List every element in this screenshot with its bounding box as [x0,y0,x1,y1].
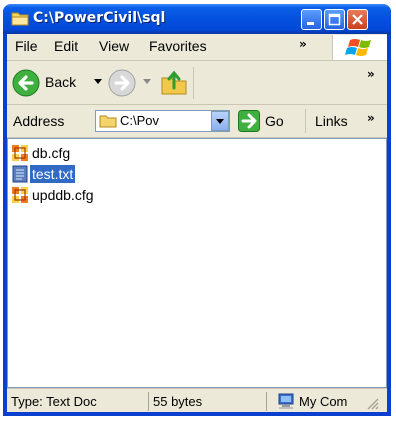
close-button[interactable] [347,9,368,30]
chevron-down-icon [216,119,224,124]
window-title: C:\PowerCivil\sql [33,10,166,26]
back-dropdown-icon[interactable] [94,79,103,85]
links-label[interactable]: Links [315,113,348,129]
status-type: Type: Text Doc [9,392,149,411]
address-bar: Address C:\Pov Go Links » [7,105,387,138]
file-name: upddb.cfg [32,187,94,203]
folder-icon [99,115,117,128]
address-input[interactable]: C:\Pov [95,110,230,132]
minimize-icon [307,22,314,25]
cfg-file-icon [12,187,28,203]
minimize-button[interactable] [301,9,322,30]
address-dropdown-button[interactable] [211,111,229,131]
go-button-label[interactable]: Go [265,113,284,129]
maximize-icon [328,13,341,26]
back-button-label[interactable]: Back [45,74,76,90]
go-arrow-icon[interactable] [238,110,260,132]
address-value: C:\Pov [120,113,160,128]
address-label: Address [13,113,65,129]
forward-arrow-icon[interactable] [107,68,137,98]
my-computer-icon [278,393,294,409]
menu-bar: File Edit View Favorites » [7,34,387,61]
windows-logo [332,35,387,60]
file-list[interactable]: db.cfg test.txt upddb.cfg [7,138,387,388]
file-name: test.txt [30,165,76,183]
resize-grip-icon[interactable] [365,396,379,410]
window-frame: File Edit View Favorites » Back » Addres… [7,34,387,412]
windows-flag-icon [345,39,371,56]
status-zone: My Com [273,392,383,411]
maximize-button[interactable] [324,9,345,30]
menu-edit[interactable]: Edit [54,38,78,54]
explorer-window: C:\PowerCivil\sql File Edit View Favorit… [3,4,391,416]
menu-more-chevron[interactable]: » [299,37,307,51]
status-zone-text: My Com [299,394,348,409]
cfg-file-icon [12,145,28,161]
toolbar-more-chevron[interactable]: » [367,67,375,81]
standard-toolbar: Back » [7,61,387,105]
folder-icon [11,12,29,26]
links-more-chevron[interactable]: » [367,111,375,125]
title-bar[interactable]: C:\PowerCivil\sql [3,4,391,34]
menu-favorites[interactable]: Favorites [149,38,207,54]
status-bar: Type: Text Doc 55 bytes My Com [7,388,387,412]
menu-view[interactable]: View [99,38,129,54]
address-separator [305,109,306,133]
close-icon [352,14,363,25]
back-arrow-icon[interactable] [11,68,41,98]
toolbar-separator [193,67,194,99]
menu-file[interactable]: File [15,38,38,54]
up-folder-icon[interactable] [159,67,189,97]
status-size: 55 bytes [151,392,267,411]
file-name: db.cfg [32,145,71,161]
text-file-icon [12,165,28,183]
forward-dropdown-icon[interactable] [143,79,152,85]
